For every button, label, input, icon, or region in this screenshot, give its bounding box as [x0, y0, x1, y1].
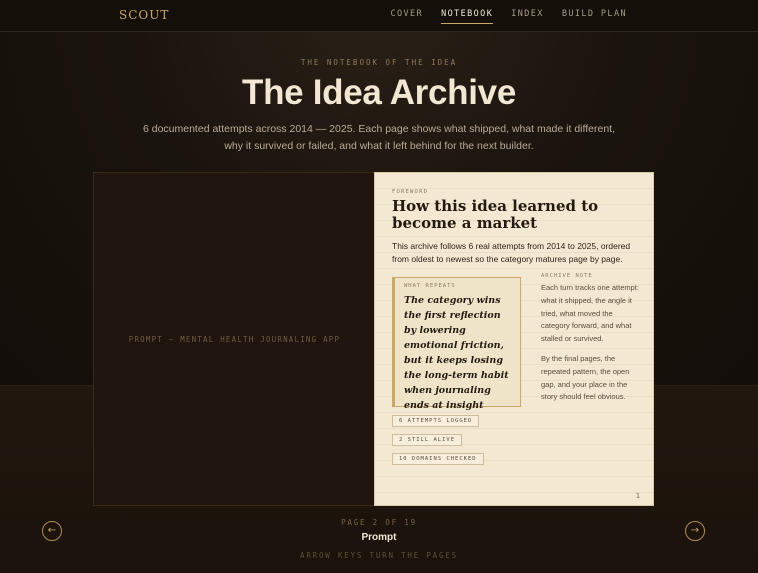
foreword-title: How this idea learned to become a market: [392, 197, 599, 232]
nav-links: COVER NOTEBOOK INDEX BUILD PLAN: [390, 9, 627, 24]
archive-note-paragraph: By the final pages, the repeated pattern…: [541, 353, 630, 402]
tag-attempts-logged: 6 ATTEMPTS LOGGED: [392, 415, 480, 427]
top-nav: SCOUT COVER NOTEBOOK INDEX BUILD PLAN: [0, 0, 758, 32]
nav-cover[interactable]: COVER: [390, 9, 423, 24]
page-title: The Idea Archive: [241, 73, 516, 112]
nav-build-plan[interactable]: BUILD PLAN: [562, 9, 627, 24]
tag-still-alive: 2 STILL ALIVE: [392, 434, 463, 446]
book-right-page[interactable]: FOREWORD How this idea learned to become…: [374, 172, 654, 506]
archive-note-kicker: ARCHIVE NOTE: [541, 273, 593, 279]
pull-quote-text: The category wins the first reflection b…: [404, 295, 509, 426]
nav-index[interactable]: INDEX: [511, 9, 544, 24]
book-left-page[interactable]: PROMPT — MENTAL HEALTH JOURNALING APP: [93, 172, 374, 506]
hero-subtitle: 6 documented attempts across 2014 — 2025…: [142, 123, 615, 152]
foreword-lede: This archive follows 6 real attempts fro…: [392, 241, 631, 264]
brand-logo[interactable]: SCOUT: [119, 8, 169, 22]
current-page-name: Prompt: [361, 532, 397, 543]
stat-tags: 6 ATTEMPTS LOGGED 2 STILL ALIVE 10 DOMAI…: [392, 415, 484, 472]
keyboard-hint: ARROW KEYS TURN THE PAGES: [300, 551, 458, 560]
archive-note: ARCHIVE NOTE Each turn tracks one attemp…: [541, 273, 643, 411]
left-page-caption: PROMPT — MENTAL HEALTH JOURNALING APP: [128, 335, 341, 344]
tag-domains-checked: 10 DOMAINS CHECKED: [392, 453, 484, 465]
nav-notebook[interactable]: NOTEBOOK: [441, 9, 494, 24]
foreword-kicker: FOREWORD: [392, 189, 429, 195]
hero-kicker: THE NOTEBOOK OF THE IDEA: [300, 58, 458, 67]
page-number: 1: [635, 492, 640, 500]
pull-quote-kicker: WHAT REPEATS: [404, 283, 456, 289]
pull-quote: WHAT REPEATS The category wins the first…: [392, 277, 521, 426]
page-counter: PAGE 2 OF 19: [341, 518, 417, 527]
archive-note-paragraph: Each turn tracks one attempt: what it sh…: [541, 283, 639, 344]
